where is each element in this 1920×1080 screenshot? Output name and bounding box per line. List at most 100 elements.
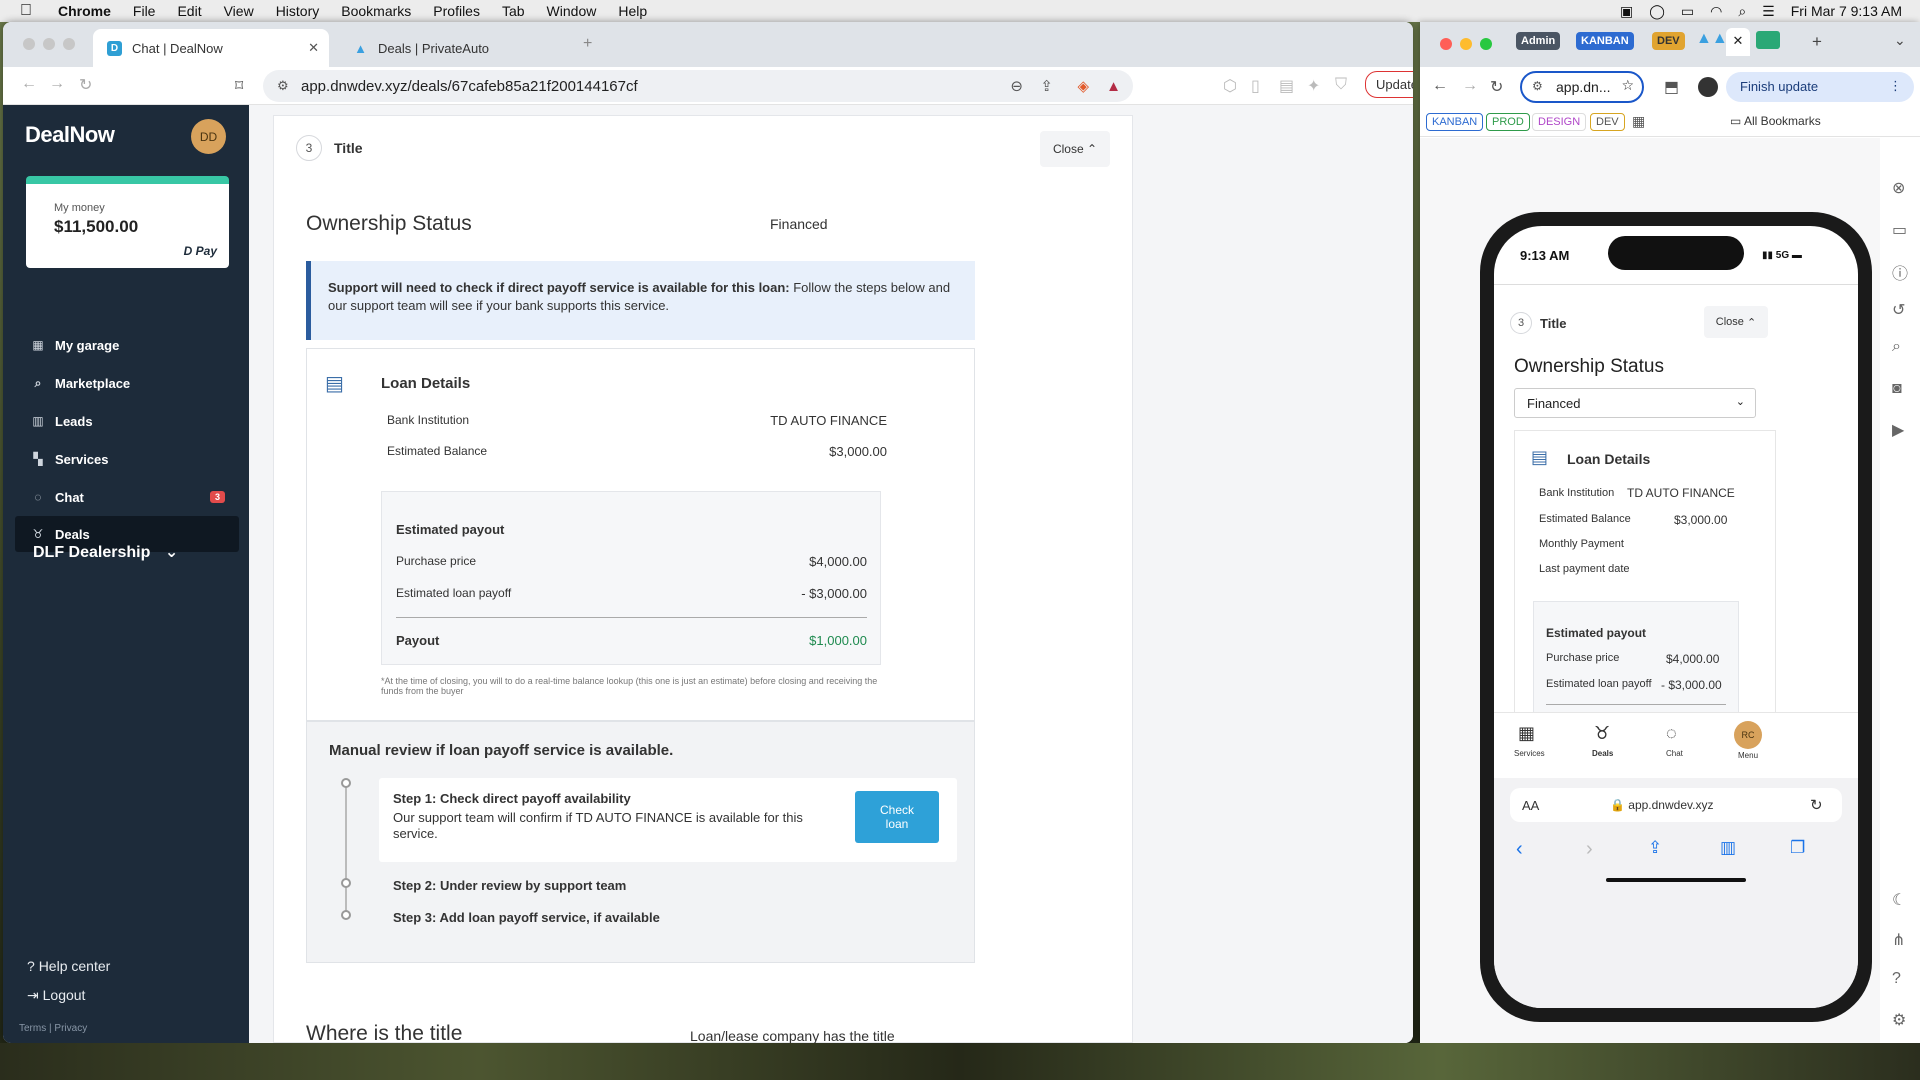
menu-file[interactable]: File <box>133 3 156 19</box>
sheets-favicon-icon[interactable] <box>1756 31 1780 49</box>
user-avatar[interactable]: DD <box>191 119 226 154</box>
tab-close-icon[interactable]: ✕ <box>308 40 319 56</box>
preview-address-bar[interactable]: ⚙ app.dn... ☆ <box>1520 71 1644 103</box>
apple-icon[interactable]:  <box>20 2 32 20</box>
wallet-icon[interactable]: ▤ <box>1279 76 1294 96</box>
extension-icon[interactable]: ⬡ <box>1223 76 1237 96</box>
new-tab-button[interactable]: + <box>583 35 592 53</box>
menu-app-name[interactable]: Chrome <box>58 3 111 19</box>
dealnow-logo[interactable]: DealNow <box>25 122 115 148</box>
update-button[interactable]: Update <box>1365 71 1413 98</box>
bookmark-icon[interactable]: ⌑ <box>235 76 243 96</box>
safari-tabs-icon[interactable]: ❐ <box>1790 838 1805 858</box>
dark-mode-icon[interactable]: ☾ <box>1892 890 1906 910</box>
device-toggle-icon[interactable]: ▭ <box>1892 220 1907 240</box>
tab-kanban[interactable]: KANBAN <box>1576 32 1634 50</box>
help-center-link[interactable]: ? Help center <box>27 958 110 974</box>
bookmark-dev[interactable]: DEV <box>1590 113 1625 131</box>
menu-window[interactable]: Window <box>547 3 597 19</box>
sidebar-item-services[interactable]: ▚ Services <box>15 441 239 477</box>
forward-icon[interactable]: → <box>1462 77 1478 95</box>
ownership-status-value[interactable]: Financed <box>770 216 828 232</box>
safari-aa-button[interactable]: AA <box>1522 798 1539 813</box>
bookmark-kanban[interactable]: KANBAN <box>1426 113 1484 131</box>
phone-tab-chat[interactable]: Chat <box>1666 749 1683 758</box>
forward-icon[interactable]: → <box>49 75 65 93</box>
close-button[interactable]: Close ⌃ <box>1040 131 1110 167</box>
window-minimize-button[interactable] <box>43 38 55 50</box>
control-center-icon[interactable]: ☰ <box>1762 3 1775 20</box>
phone-services-icon[interactable]: ▦ <box>1518 723 1535 744</box>
tab-list-chevron-icon[interactable]: ⌄ <box>1894 32 1906 49</box>
phone-tab-deals[interactable]: Deals <box>1592 749 1613 758</box>
tab-admin[interactable]: Admin <box>1516 32 1561 50</box>
extensions-icon[interactable]: ⬒ <box>1664 77 1679 97</box>
apps-grid-icon[interactable]: ▦ <box>1632 113 1645 130</box>
phone-close-button[interactable]: Close ⌃ <box>1704 306 1768 338</box>
phone-tab-services[interactable]: Services <box>1514 749 1545 758</box>
phone-chat-icon[interactable]: ◌ <box>1666 723 1677 744</box>
tab-dev[interactable]: DEV <box>1652 32 1685 50</box>
zoom-icon[interactable]: ⊖ <box>1010 77 1023 95</box>
sidebar-item-leads[interactable]: ▥ Leads <box>15 403 239 439</box>
logout-link[interactable]: ⇥ Logout <box>27 987 85 1004</box>
menu-edit[interactable]: Edit <box>177 3 201 19</box>
status-app-icon[interactable]: ▣ <box>1620 3 1633 20</box>
safari-share-icon[interactable]: ⇪ <box>1648 838 1662 858</box>
privateauto-favicon-icon[interactable]: ▲▲ <box>1696 30 1728 48</box>
phone-deals-icon[interactable]: ♉ <box>1594 723 1610 744</box>
check-loan-button[interactable]: Check loan <box>855 791 939 843</box>
tab-chat-dealnow[interactable]: D Chat | DealNow ✕ <box>93 29 329 67</box>
settings-gear-icon[interactable]: ⚙ <box>1892 1010 1906 1030</box>
money-card[interactable]: My money $11,500.00 D Pay <box>26 176 229 268</box>
menu-datetime[interactable]: Fri Mar 7 9:13 AM <box>1791 3 1902 19</box>
safari-address-bar[interactable]: AA 🔒 app.dnwdev.xyz ↻ <box>1510 788 1842 822</box>
menu-history[interactable]: History <box>276 3 320 19</box>
new-tab-button[interactable]: + <box>1812 32 1822 52</box>
safari-reload-icon[interactable]: ↻ <box>1810 796 1823 814</box>
leo-ai-icon[interactable]: ✦ <box>1307 76 1320 96</box>
profile-avatar[interactable] <box>1698 77 1718 97</box>
bookmark-design[interactable]: DESIGN <box>1532 113 1587 131</box>
sidebar-toggle-icon[interactable]: ▯ <box>1251 76 1260 96</box>
screenshot-icon[interactable]: ◙ <box>1892 380 1902 398</box>
star-icon[interactable]: ☆ <box>1621 77 1634 94</box>
rewards-triangle-icon[interactable]: ▲ <box>1106 78 1121 95</box>
safari-forward-icon[interactable]: › <box>1586 838 1593 861</box>
dealership-selector[interactable]: DLF Dealership ⌄ <box>33 542 178 562</box>
phone-tab-menu[interactable]: Menu <box>1738 751 1758 760</box>
window-zoom-button[interactable] <box>63 38 75 50</box>
info-icon[interactable]: ⓘ <box>1892 260 1908 284</box>
all-bookmarks-link[interactable]: ▭ All Bookmarks <box>1730 114 1821 128</box>
back-icon[interactable]: ← <box>21 75 37 93</box>
vpn-icon[interactable]: ⛉ <box>1335 76 1347 94</box>
window-close-button[interactable] <box>1440 38 1452 50</box>
help-icon[interactable]: ? <box>1892 970 1901 988</box>
sidebar-item-chat[interactable]: ◌ Chat 3 <box>15 479 239 515</box>
terms-link[interactable]: Terms <box>19 1023 46 1034</box>
site-info-icon[interactable]: ⚙ <box>277 78 289 94</box>
zoom-new-icon[interactable]: ⌕ <box>1892 338 1901 356</box>
safari-bookmarks-icon[interactable]: ▥ <box>1720 838 1736 858</box>
menu-profiles[interactable]: Profiles <box>433 3 480 19</box>
tab-deals-privateauto[interactable]: ▲ Deals | PrivateAuto <box>339 29 569 67</box>
sidebar-item-marketplace[interactable]: ⌕ Marketplace <box>15 365 239 401</box>
menu-view[interactable]: View <box>224 3 254 19</box>
phone-ownership-select[interactable]: Financed ⌄ <box>1514 388 1756 418</box>
window-close-button[interactable] <box>23 38 35 50</box>
address-bar[interactable]: ⚙ app.dnwdev.xyz/deals/67cafeb85a21f2001… <box>263 70 1133 102</box>
brave-shield-icon[interactable]: ◈ <box>1077 77 1089 95</box>
video-record-icon[interactable]: ▶ <box>1892 420 1904 440</box>
reload-icon[interactable]: ↻ <box>79 75 92 95</box>
menu-help[interactable]: Help <box>618 3 647 19</box>
window-zoom-button[interactable] <box>1480 38 1492 50</box>
finish-update-button[interactable]: Finish update ⋮ <box>1726 72 1914 102</box>
phone-menu-avatar[interactable]: RC <box>1734 721 1762 749</box>
privacy-link[interactable]: Privacy <box>54 1023 87 1034</box>
safari-back-icon[interactable]: ‹ <box>1516 838 1523 861</box>
window-minimize-button[interactable] <box>1460 38 1472 50</box>
rotate-icon[interactable]: ↺ <box>1892 300 1905 320</box>
menu-tab[interactable]: Tab <box>502 3 525 19</box>
share-link-icon[interactable]: ⋔ <box>1892 930 1905 950</box>
status-circle-icon[interactable]: ◯ <box>1649 3 1665 20</box>
